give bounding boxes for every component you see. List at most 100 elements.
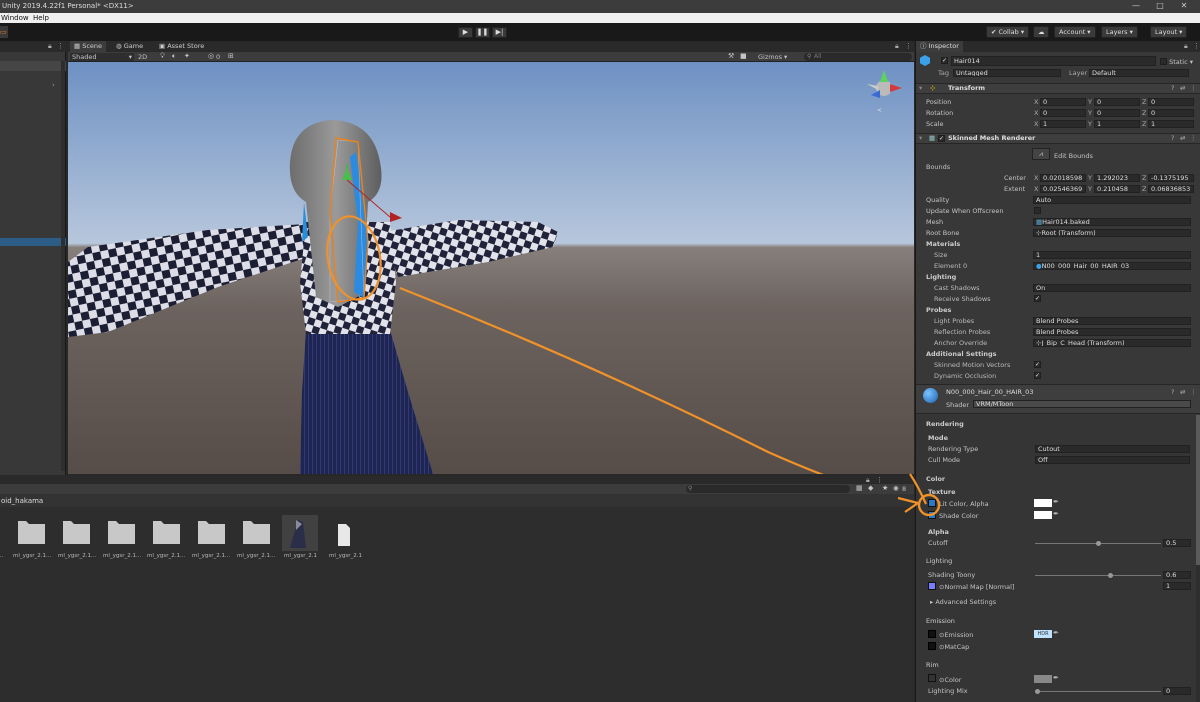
cutoff-slider[interactable] — [1035, 541, 1161, 546]
active-checkbox[interactable]: ✓ — [941, 57, 948, 64]
account-dropdown[interactable]: Account ▾ — [1054, 26, 1096, 38]
lock-icon[interactable]: 🔒︎ — [895, 42, 899, 51]
folder-icon[interactable] — [63, 521, 90, 544]
menu-dots-icon[interactable]: ⋮ — [1190, 84, 1197, 93]
scene-viewport[interactable]: < — [68, 62, 914, 474]
filter-label-icon[interactable]: ◆ — [868, 484, 873, 492]
shader-dropdown[interactable]: VRM/MToon — [973, 400, 1191, 408]
eyedropper-icon[interactable]: ✒ — [1053, 498, 1059, 506]
rendering-type-dropdown[interactable]: Cutout — [1035, 445, 1190, 453]
extent-z[interactable]: 0.06836853 — [1148, 185, 1194, 193]
filter-type-icon[interactable]: ▦ — [856, 484, 863, 492]
project-search-input[interactable] — [686, 485, 850, 493]
help-icon[interactable]: ? — [1171, 388, 1174, 396]
rim-color-swatch[interactable] — [1034, 675, 1052, 683]
folder-icon[interactable] — [108, 521, 135, 544]
skinned-motion-checkbox[interactable]: ✓ — [1034, 361, 1041, 368]
settings-icon[interactable]: ⇄ — [1180, 84, 1185, 93]
anchor-override-field[interactable]: ⊹J_Bip_C_Head (Transform) — [1033, 339, 1191, 347]
tag-dropdown[interactable]: Untagged — [953, 69, 1061, 77]
scale-x[interactable]: 1 — [1040, 120, 1086, 128]
move-gizmo-x[interactable] — [390, 212, 402, 222]
menu-help[interactable]: Help — [33, 14, 49, 22]
menu-dots-icon[interactable]: ⋮ — [1193, 42, 1200, 50]
center-z[interactable]: -0.1375195 — [1148, 174, 1194, 182]
position-x[interactable]: 0 — [1040, 98, 1086, 106]
menu-dots-icon[interactable]: ⋮ — [1190, 388, 1197, 396]
scene-search-input[interactable]: All — [804, 53, 912, 61]
folder-icon[interactable] — [243, 521, 270, 544]
asset-label[interactable]: ml_ygsr_2.1... — [13, 553, 58, 559]
scrollbar[interactable] — [61, 61, 65, 471]
tab-inspector[interactable]: ⓘ Inspector — [916, 41, 963, 52]
emission-texture-slot[interactable] — [928, 630, 936, 638]
shade-color-swatch[interactable] — [1034, 511, 1052, 519]
menu-dots-icon[interactable]: ⋮ — [905, 42, 912, 50]
shade-color-texture-slot[interactable] — [928, 511, 936, 519]
dynamic-occlusion-checkbox[interactable]: ✓ — [1034, 372, 1041, 379]
orientation-gizmo[interactable]: < — [867, 70, 902, 114]
matcap-texture-slot[interactable] — [928, 642, 936, 650]
help-icon[interactable]: ? — [1171, 134, 1174, 143]
transform-header[interactable]: ▾ ⊹ Transform ? ⇄ ⋮ — [916, 83, 1200, 94]
lock-icon[interactable]: 🔒︎ — [48, 42, 52, 51]
tab-asset-store[interactable]: ▣ Asset Store — [155, 41, 208, 52]
breadcrumb-folder[interactable]: oid_hakama — [1, 497, 43, 505]
hierarchy-selected-row[interactable] — [0, 238, 66, 246]
asset-label[interactable]: ml_ygsr_2.1... — [147, 553, 192, 559]
shading-dropdown[interactable]: Shaded ▾ — [70, 53, 134, 61]
shading-toony-slider[interactable] — [1035, 573, 1161, 578]
extent-y[interactable]: 0.210458 — [1094, 185, 1140, 193]
shading-toony-field[interactable]: 0.6 — [1163, 571, 1191, 579]
static-dropdown[interactable]: Static ▾ — [1160, 57, 1193, 66]
layout-dropdown[interactable]: Layout ▾ — [1150, 26, 1188, 38]
asset-label[interactable]: ml_ygsr_2.1... — [58, 553, 103, 559]
maximize-button[interactable]: □ — [1154, 1, 1166, 11]
size-field[interactable]: 1 — [1033, 251, 1191, 259]
rotation-z[interactable]: 0 — [1148, 109, 1194, 117]
camera-icon[interactable]: ■ — [740, 52, 747, 60]
inspector-scrollbar[interactable] — [1196, 415, 1200, 702]
quality-dropdown[interactable]: Auto — [1033, 196, 1191, 204]
asset-label[interactable]: ml_ygsr_2.1 — [284, 553, 329, 559]
lit-color-texture-slot[interactable] — [928, 499, 936, 507]
menu-dots-icon[interactable]: ⋮ — [1190, 134, 1197, 143]
eyedropper-icon[interactable]: ✒ — [1053, 510, 1059, 518]
light-probes-dropdown[interactable]: Blend Probes — [1033, 317, 1191, 325]
layers-dropdown[interactable]: Layers ▾ — [1101, 26, 1138, 38]
rotation-x[interactable]: 0 — [1040, 109, 1086, 117]
hidden-objects-icon[interactable]: ◎ — [208, 52, 214, 60]
minimize-button[interactable]: — — [1130, 1, 1142, 11]
position-y[interactable]: 0 — [1094, 98, 1140, 106]
tool-icon[interactable]: ▭ — [0, 26, 8, 38]
folder-icon[interactable] — [153, 521, 180, 544]
receive-shadows-checkbox[interactable]: ✓ — [1034, 295, 1041, 302]
close-button[interactable]: ✕ — [1178, 1, 1190, 11]
emission-color-hdr[interactable]: HDR — [1034, 630, 1052, 638]
audio-icon[interactable]: 🔈︎ — [172, 52, 176, 61]
lighting-mix-field[interactable]: 0 — [1163, 687, 1191, 695]
lighting-mix-slider[interactable] — [1035, 689, 1161, 694]
cull-mode-dropdown[interactable]: Off — [1035, 456, 1190, 464]
play-button[interactable]: ▶ — [458, 27, 473, 38]
asset-label[interactable]: ml_ygsr_2.1... — [192, 553, 237, 559]
asset-label[interactable]: ml_ygsr_2.1... — [237, 553, 282, 559]
effects-icon[interactable]: ✦ — [184, 52, 190, 60]
slider-handle[interactable] — [1096, 541, 1101, 546]
menu-dots-icon[interactable]: ⋮ — [57, 42, 64, 50]
normal-map-scale[interactable]: 1 — [1163, 582, 1191, 590]
tools-icon[interactable]: ⚒ — [728, 52, 734, 60]
eye-icon[interactable]: ◉ — [893, 484, 899, 492]
scale-y[interactable]: 1 — [1094, 120, 1140, 128]
update-offscreen-checkbox[interactable] — [1034, 207, 1041, 214]
edit-bounds-icon[interactable]: ⩘ — [1032, 148, 1050, 160]
collab-button[interactable]: ✔ Collab ▾ — [986, 26, 1030, 38]
light-icon[interactable]: 💡︎ — [160, 52, 165, 61]
center-y[interactable]: 1.292023 — [1094, 174, 1140, 182]
asset-label[interactable]: ml_ygsr_2.1... — [103, 553, 148, 559]
extent-x[interactable]: 0.02546369 — [1040, 185, 1086, 193]
gizmos-dropdown[interactable]: Gizmos ▾ — [758, 53, 787, 61]
favorite-icon[interactable]: ★ — [882, 484, 888, 492]
settings-icon[interactable]: ⇄ — [1180, 388, 1185, 396]
object-name-field[interactable]: Hair014 — [951, 56, 1156, 66]
